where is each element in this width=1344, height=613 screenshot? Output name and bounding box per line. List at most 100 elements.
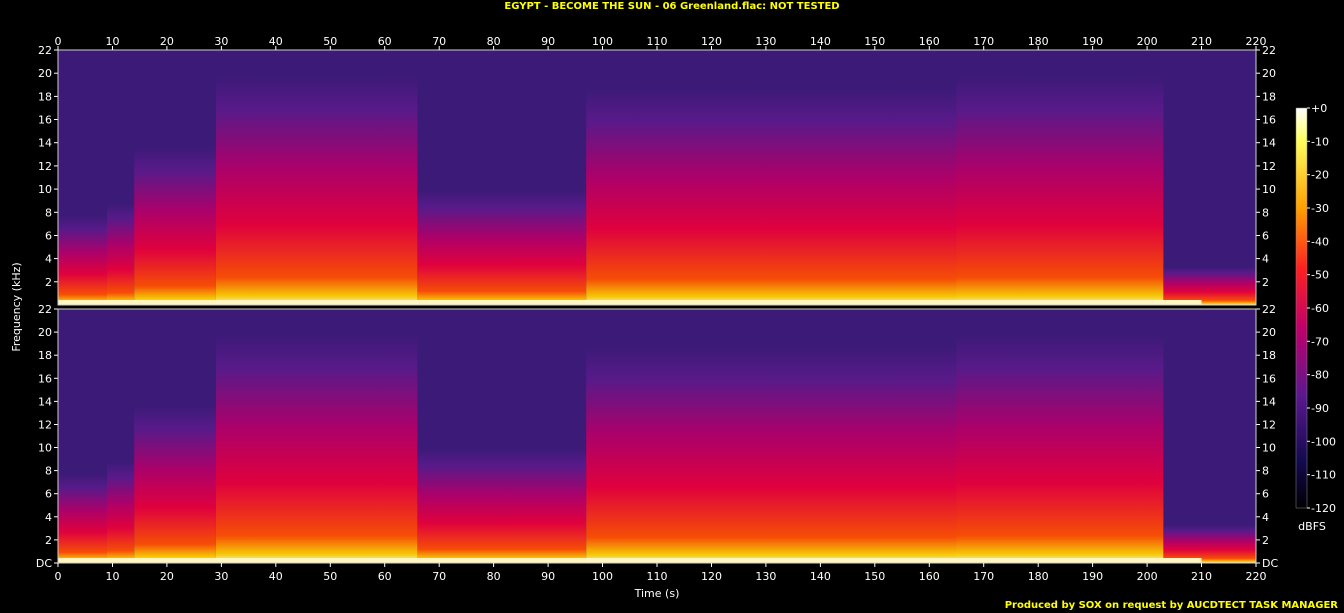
x-tick-label-top: 90 <box>541 35 555 48</box>
colorbar-tick-label: +0 <box>1311 102 1327 115</box>
colorbar-tick-label: -20 <box>1311 169 1329 182</box>
y-tick-label-right: 16 <box>1262 114 1276 127</box>
colorbar-tick-label: -100 <box>1311 435 1336 448</box>
y-tick-label-right: 20 <box>1262 67 1276 80</box>
y-tick-label-left: 18 <box>38 349 52 362</box>
x-tick-label-top: 140 <box>810 35 831 48</box>
y-tick-label-right: 22 <box>1262 303 1276 316</box>
y-tick-label-left: DC <box>36 557 52 570</box>
y-tick-label-left: 20 <box>38 326 52 339</box>
x-tick-label-bottom: 30 <box>214 570 228 583</box>
y-tick-label-left: 22 <box>38 44 52 57</box>
x-tick-label-bottom: 90 <box>541 570 555 583</box>
y-tick-label-left: 16 <box>38 372 52 385</box>
y-tick-label-left: 10 <box>38 183 52 196</box>
x-tick-label-bottom: 10 <box>106 570 120 583</box>
x-tick-label-top: 80 <box>487 35 501 48</box>
x-tick-label-bottom: 130 <box>755 570 776 583</box>
x-tick-label-top: 40 <box>269 35 283 48</box>
y-tick-label-right: 2 <box>1262 534 1269 547</box>
y-tick-label-right: 8 <box>1262 206 1269 219</box>
y-tick-label-left: 12 <box>38 160 52 173</box>
x-tick-label-bottom: 0 <box>55 570 62 583</box>
x-tick-label-top: 20 <box>160 35 174 48</box>
y-tick-label-right: 18 <box>1262 90 1276 103</box>
x-tick-label-bottom: 20 <box>160 570 174 583</box>
x-tick-label-top: 30 <box>214 35 228 48</box>
spectrogram-chart: 2 24 46 68 810 1012 1214 1416 1618 1820 2022 22DC DC… <box>10 35 1336 600</box>
x-tick-label-bottom: 180 <box>1028 570 1049 583</box>
x-tick-label-top: 190 <box>1082 35 1103 48</box>
energy-segment-4 <box>417 190 587 306</box>
x-tick-label-top: 160 <box>919 35 940 48</box>
x-tick-label-top: 170 <box>973 35 994 48</box>
y-axis-label: Frequency (kHz) <box>10 262 23 351</box>
dc-band <box>58 300 1202 305</box>
x-tick-label-bottom: 200 <box>1137 570 1158 583</box>
x-tick-label-bottom: 70 <box>432 570 446 583</box>
x-tick-label-top: 200 <box>1137 35 1158 48</box>
y-tick-label-left: 16 <box>38 114 52 127</box>
energy-segment-6 <box>956 75 1164 305</box>
y-tick-label-right: 20 <box>1262 326 1276 339</box>
energy-segment-3 <box>215 334 418 563</box>
energy-segment-6 <box>956 334 1164 563</box>
x-tick-label-bottom: 80 <box>487 570 501 583</box>
x-tick-label-top: 130 <box>755 35 776 48</box>
y-tick-label-right: 14 <box>1262 137 1276 150</box>
y-tick-label-right: 12 <box>1262 419 1276 432</box>
y-tick-label-right: 6 <box>1262 230 1269 243</box>
x-tick-label-top: 70 <box>432 35 446 48</box>
energy-segment-7 <box>1163 266 1256 306</box>
x-tick-label-top: 10 <box>106 35 120 48</box>
x-tick-label-bottom: 50 <box>323 570 337 583</box>
y-tick-label-left: 2 <box>45 534 52 547</box>
x-tick-label-top: 100 <box>592 35 613 48</box>
y-tick-label-right: 2 <box>1262 276 1269 289</box>
x-tick-label-top: 0 <box>55 35 62 48</box>
y-tick-label-left: 4 <box>45 511 52 524</box>
x-tick-label-top: 220 <box>1246 35 1267 48</box>
colorbar-tick-label: -120 <box>1311 502 1336 515</box>
y-tick-label-right: 12 <box>1262 160 1276 173</box>
y-tick-label-right: 10 <box>1262 183 1276 196</box>
x-tick-label-top: 120 <box>701 35 722 48</box>
x-tick-label-bottom: 120 <box>701 570 722 583</box>
y-tick-label-right: 8 <box>1262 465 1269 478</box>
spectrogram-panel-right: DC DC2 24 46 68 810 1012 1214 1416 1618 1820 2022 22 <box>36 303 1279 570</box>
energy-segment-2 <box>134 146 216 305</box>
x-tick-label-bottom: 190 <box>1082 570 1103 583</box>
x-tick-label-top: 180 <box>1028 35 1049 48</box>
colorbar-tick-label: -10 <box>1311 135 1329 148</box>
y-tick-label-left: 8 <box>45 206 52 219</box>
x-tick-label-bottom: 170 <box>973 570 994 583</box>
x-tick-label-top: 210 <box>1191 35 1212 48</box>
energy-segment-7 <box>1163 524 1256 563</box>
x-axis-label: Time (s) <box>634 587 680 600</box>
y-tick-label-right: 14 <box>1262 395 1276 408</box>
x-tick-label-bottom: 60 <box>378 570 392 583</box>
x-tick-label-bottom: 220 <box>1246 570 1267 583</box>
y-tick-label-right: 18 <box>1262 349 1276 362</box>
x-tick-label-top: 110 <box>647 35 668 48</box>
x-tick-label-top: 60 <box>378 35 392 48</box>
y-tick-label-right: 10 <box>1262 442 1276 455</box>
x-tick-label-bottom: 140 <box>810 570 831 583</box>
y-tick-label-right: 4 <box>1262 253 1269 266</box>
energy-segment-0 <box>58 474 107 563</box>
energy-segment-4 <box>417 448 587 563</box>
spectrogram-panel-left: 2 24 46 68 810 1012 1214 1416 1618 1820 2022 22 <box>38 44 1276 306</box>
y-tick-label-left: 22 <box>38 303 52 316</box>
colorbar-tick-label: -90 <box>1311 402 1329 415</box>
x-tick-label-bottom: 210 <box>1191 570 1212 583</box>
y-tick-label-left: 14 <box>38 137 52 150</box>
x-tick-label-top: 150 <box>864 35 885 48</box>
y-tick-label-left: 6 <box>45 230 52 243</box>
colorbar-tick-label: -50 <box>1311 269 1329 282</box>
energy-segment-3 <box>215 75 418 305</box>
colorbar-tick-label: -70 <box>1311 335 1329 348</box>
colorbar-tick-label: -60 <box>1311 302 1329 315</box>
y-tick-label-left: 12 <box>38 419 52 432</box>
energy-segment-5 <box>586 88 957 306</box>
x-tick-label-bottom: 160 <box>919 570 940 583</box>
